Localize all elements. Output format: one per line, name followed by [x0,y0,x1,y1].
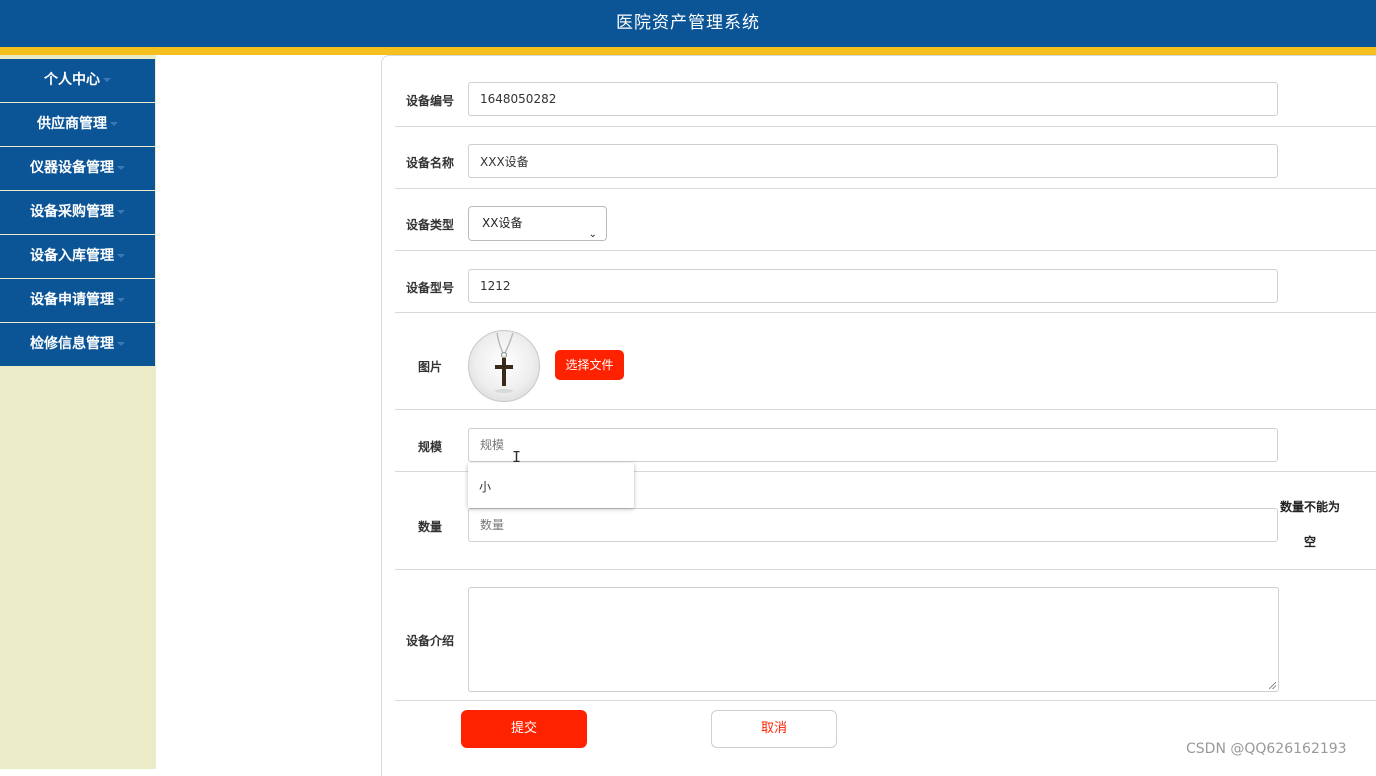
caret-down-icon [117,210,125,214]
sidebar-item-purchase[interactable]: 设备采购管理 [0,191,155,234]
sidebar-item-maintenance[interactable]: 检修信息管理 [0,323,155,366]
resize-handle-icon[interactable] [1269,682,1276,689]
row-divider [395,126,1376,127]
device-name-input[interactable] [468,144,1278,178]
row-divider [395,188,1376,189]
image-label: 图片 [417,360,442,374]
scale-label: 规模 [417,440,442,454]
scale-autocomplete-dropdown: 小 [468,463,634,508]
row-divider [395,312,1376,313]
app-title: 医院资产管理系统 [616,13,760,33]
sidebar-item-label: 检修信息管理 [30,336,114,352]
intro-textarea[interactable] [468,587,1279,692]
row-divider [395,569,1376,570]
device-model-input[interactable] [468,269,1278,303]
chevron-down-icon: ⌄ [588,229,597,240]
device-no-input[interactable] [468,82,1278,116]
sidebar-item-label: 仪器设备管理 [30,160,114,176]
sidebar-item-supplier[interactable]: 供应商管理 [0,103,155,146]
row-divider [395,409,1376,410]
caret-down-icon [110,122,118,126]
header-accent-strip [0,47,1376,55]
device-type-label: 设备类型 [405,218,454,232]
quantity-label: 数量 [417,520,442,534]
sidebar: 个人中心 供应商管理 仪器设备管理 设备采购管理 设备入库管理 设备申请管理 检… [0,55,156,769]
sidebar-item-warehousing[interactable]: 设备入库管理 [0,235,155,278]
caret-down-icon [117,254,125,258]
watermark-text: CSDN @QQ626162193 [1186,741,1347,757]
device-image-preview [468,330,540,402]
device-type-select[interactable]: XX设备 ⌄ [468,206,607,241]
sidebar-item-label: 个人中心 [44,72,100,88]
sidebar-item-label: 供应商管理 [37,116,107,132]
sidebar-item-label: 设备入库管理 [30,248,114,264]
caret-down-icon [117,298,125,302]
intro-label: 设备介绍 [405,634,454,648]
app-header: 医院资产管理系统 [0,0,1376,47]
sidebar-nav: 个人中心 供应商管理 仪器设备管理 设备采购管理 设备入库管理 设备申请管理 检… [0,59,155,367]
sidebar-item-label: 设备申请管理 [30,292,114,308]
choose-file-button[interactable]: 选择文件 [555,350,624,380]
cancel-button[interactable]: 取消 [711,710,837,748]
row-divider [395,250,1376,251]
caret-down-icon [117,342,125,346]
scale-input[interactable] [468,428,1278,462]
autocomplete-option[interactable]: 小 [479,478,491,495]
sidebar-item-equipment[interactable]: 仪器设备管理 [0,147,155,190]
cross-pendant-icon [495,332,514,393]
row-divider [395,700,1376,701]
device-name-label: 设备名称 [405,156,454,170]
sidebar-item-personal-center[interactable]: 个人中心 [0,59,155,102]
sidebar-item-label: 设备采购管理 [30,204,114,220]
quantity-error-text-2: 空 [1303,535,1316,549]
caret-down-icon [103,78,111,82]
device-model-label: 设备型号 [405,281,454,295]
quantity-error-text: 数量不能为 [1279,500,1340,514]
device-type-selected-value: XX设备 [482,216,523,230]
caret-down-icon [117,166,125,170]
submit-button[interactable]: 提交 [461,710,587,748]
sidebar-item-application[interactable]: 设备申请管理 [0,279,155,322]
device-no-label: 设备编号 [405,94,454,108]
quantity-input[interactable] [468,508,1278,542]
